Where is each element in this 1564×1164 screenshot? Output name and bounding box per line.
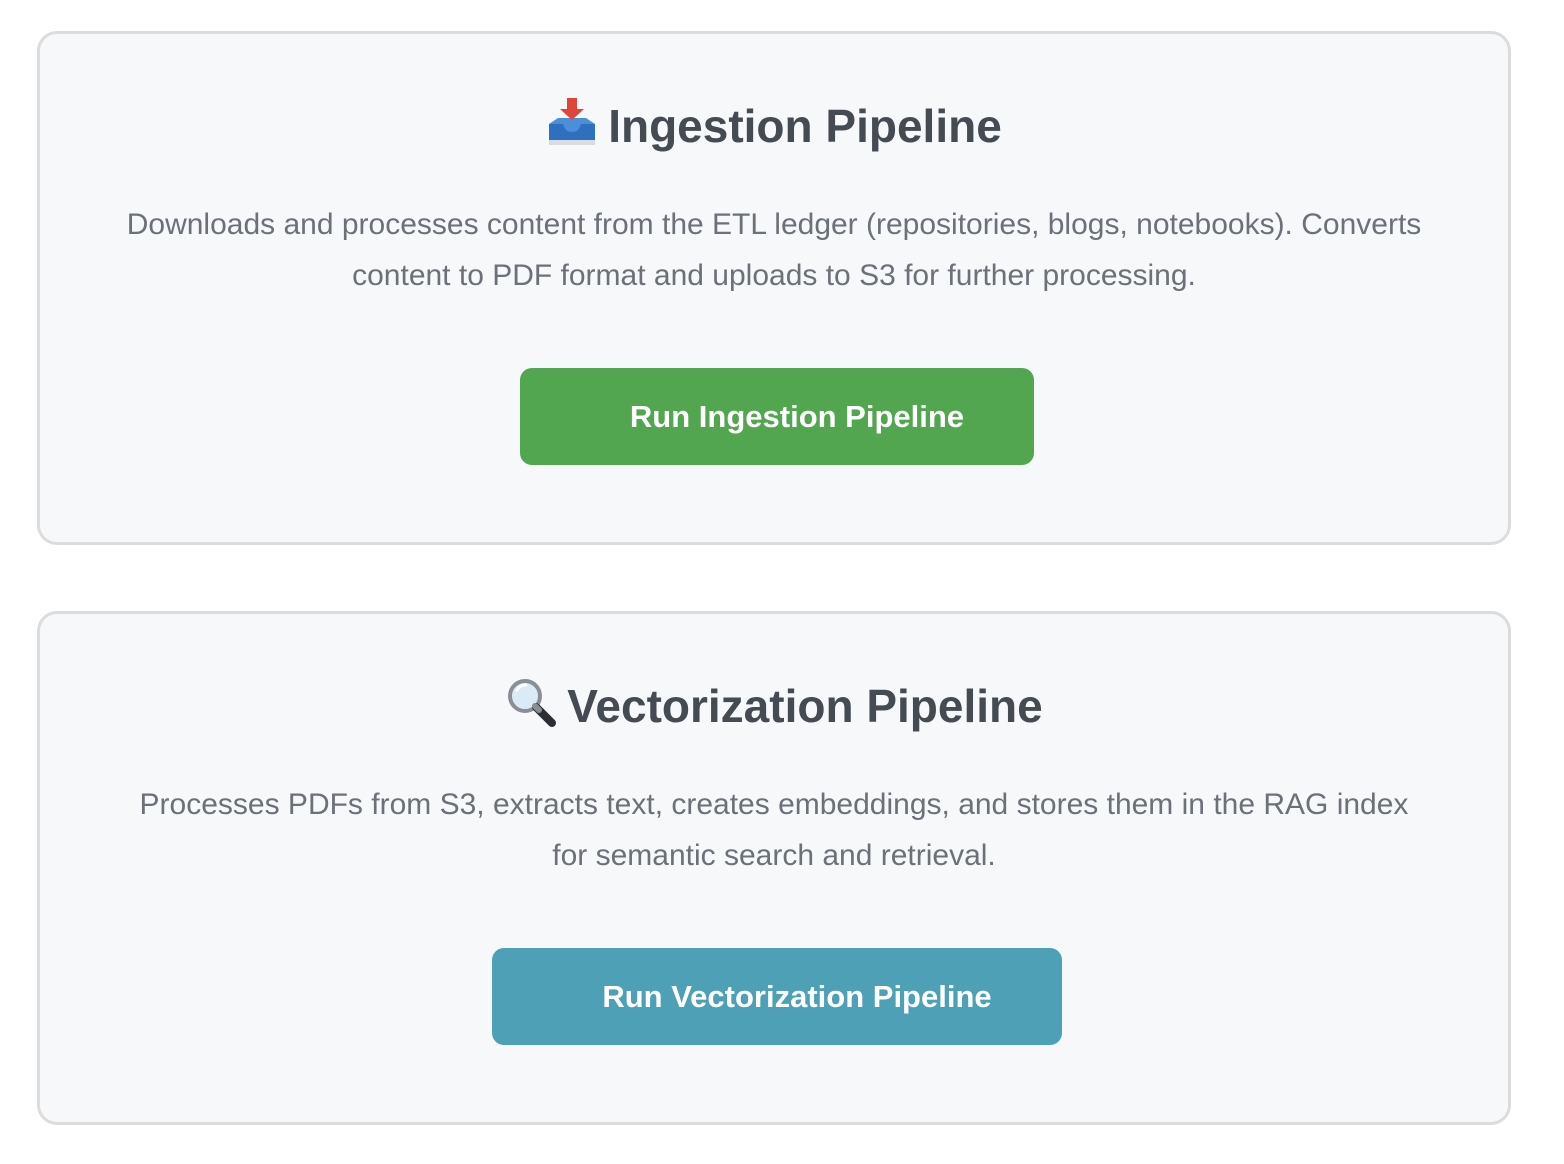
ingestion-pipeline-description: Downloads and processes content from the… [126, 208, 1422, 292]
run-ingestion-pipeline-button[interactable]: Run Ingestion Pipeline [520, 368, 1034, 465]
ingestion-pipeline-card: Ingestion Pipeline Downloads and process… [37, 31, 1511, 545]
ingestion-pipeline-title: Ingestion Pipeline [608, 100, 1002, 152]
run-vectorization-pipeline-button[interactable]: Run Vectorization Pipeline [492, 948, 1062, 1045]
vectorization-pipeline-title-row: Vectorization Pipeline [40, 674, 1508, 738]
ingestion-pipeline-title-row: Ingestion Pipeline [40, 94, 1508, 158]
vectorization-pipeline-card: Vectorization Pipeline Processes PDFs fr… [37, 611, 1511, 1125]
vectorization-pipeline-description: Processes PDFs from S3, extracts text, c… [139, 788, 1409, 872]
magnifying-glass-icon [508, 679, 557, 727]
vectorization-pipeline-title: Vectorization Pipeline [567, 680, 1043, 732]
inbox-tray-icon [549, 98, 596, 145]
